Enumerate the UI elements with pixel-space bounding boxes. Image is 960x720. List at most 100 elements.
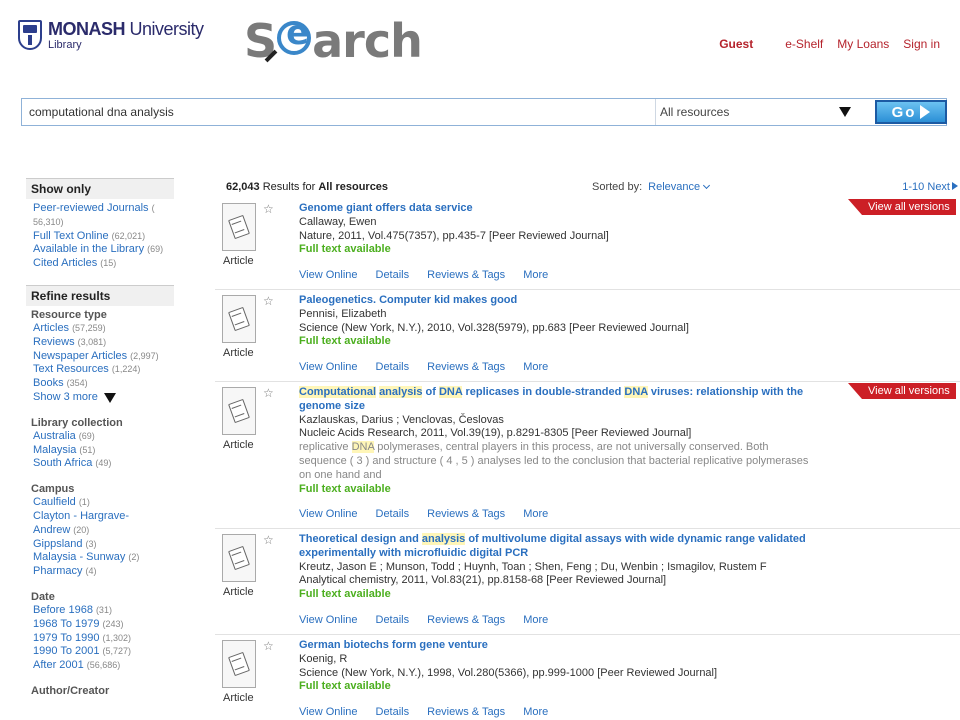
resource-type-link[interactable]: Text Resources xyxy=(33,363,109,375)
facet-count: (4) xyxy=(85,566,97,577)
sorted-by-label: Sorted by: xyxy=(592,181,643,193)
show-only-heading: Show only xyxy=(26,178,174,199)
campus-link[interactable]: Pharmacy xyxy=(33,565,83,577)
show-more-resource-types[interactable]: Show 3 more xyxy=(33,391,116,405)
star-icon[interactable]: ☆ xyxy=(263,202,274,216)
star-icon[interactable]: ☆ xyxy=(263,386,274,400)
resource-type-label: Article xyxy=(223,347,254,359)
more-tab[interactable]: More xyxy=(523,361,548,373)
campus-item: Clayton - Hargrave-Andrew (20) xyxy=(33,510,174,538)
details-tab[interactable]: Details xyxy=(376,508,410,520)
resource-type-link[interactable]: Books xyxy=(33,377,64,389)
result-authors: Kazlauskas, Darius ; Venclovas, Česlovas xyxy=(299,413,504,426)
results-list: Article ☆ Genome giant offers data service… xyxy=(215,198,960,720)
full-text-available-link[interactable]: Full text available xyxy=(299,335,811,349)
sort-dropdown[interactable]: Relevance xyxy=(648,181,711,193)
next-page-link[interactable]: Next xyxy=(927,181,958,193)
result-title-link[interactable]: Theoretical design and analysis of multi… xyxy=(299,533,811,561)
sign-in-link[interactable]: Sign in xyxy=(903,37,940,51)
more-tab[interactable]: More xyxy=(523,269,548,281)
show-more-label: Show 3 more xyxy=(33,390,98,403)
full-text-available-link[interactable]: Full text available xyxy=(299,588,811,602)
show-only-link[interactable]: Cited Articles xyxy=(33,257,97,269)
show-only-link[interactable]: Available in the Library xyxy=(33,243,144,255)
star-icon[interactable]: ☆ xyxy=(263,639,274,653)
details-tab[interactable]: Details xyxy=(376,614,410,626)
reviews-tags-tab[interactable]: Reviews & Tags xyxy=(427,269,505,281)
date-link[interactable]: 1968 To 1979 xyxy=(33,618,99,630)
campus-link[interactable]: Caulfield xyxy=(33,496,76,508)
view-all-versions-button[interactable]: View all versions xyxy=(848,383,956,399)
full-text-available-link[interactable]: Full text available xyxy=(299,680,811,694)
arrow-right-icon xyxy=(952,182,958,190)
date-link[interactable]: After 2001 xyxy=(33,659,84,671)
facet-count: (354) xyxy=(66,378,88,389)
result-title-link[interactable]: Genome giant offers data service xyxy=(299,202,811,216)
result-title-link[interactable]: German biotechs form gene venture xyxy=(299,639,811,653)
date-item: Before 1968 (31) xyxy=(33,604,174,618)
result-title-link[interactable]: Paleogenetics. Computer kid makes good xyxy=(299,294,811,308)
library-collection-link[interactable]: Malaysia xyxy=(33,444,76,456)
expand-arrow-icon[interactable] xyxy=(103,392,116,403)
article-thumbnail-icon[interactable] xyxy=(222,640,256,688)
date-link[interactable]: Before 1968 xyxy=(33,604,93,616)
show-only-link[interactable]: Full Text Online xyxy=(33,230,109,242)
date-link[interactable]: 1990 To 2001 xyxy=(33,645,99,657)
result-row: Article ☆ Genome giant offers data service… xyxy=(215,198,960,290)
go-button[interactable]: Go xyxy=(875,100,947,124)
result-content: Paleogenetics. Computer kid makes good Pe… xyxy=(299,294,811,349)
details-tab[interactable]: Details xyxy=(376,361,410,373)
article-thumbnail-icon[interactable] xyxy=(222,534,256,582)
resource-type-link[interactable]: Newspaper Articles xyxy=(33,350,127,362)
result-row: Article ☆ German biotechs form gene ventur… xyxy=(215,635,960,720)
scope-select[interactable]: All resources xyxy=(655,99,871,125)
scope-selected-value: All resources xyxy=(660,105,730,119)
reviews-tags-tab[interactable]: Reviews & Tags xyxy=(427,361,505,373)
resource-type-item: Reviews (3,081) xyxy=(33,336,174,350)
result-title-link[interactable]: Computational analysis of DNA replicases… xyxy=(299,386,811,414)
view-online-tab[interactable]: View Online xyxy=(299,706,358,718)
monash-library-logo[interactable]: MONASH University Library xyxy=(18,20,204,51)
full-text-available-link[interactable]: Full text available xyxy=(299,483,811,497)
reviews-tags-tab[interactable]: Reviews & Tags xyxy=(427,614,505,626)
logo-name-bold: MONASH xyxy=(48,19,126,39)
star-icon[interactable]: ☆ xyxy=(263,294,274,308)
full-text-available-link[interactable]: Full text available xyxy=(299,243,811,257)
show-only-link[interactable]: Peer-reviewed Journals xyxy=(33,202,149,214)
resource-type-link[interactable]: Articles xyxy=(33,322,69,334)
brand-letters-arch: arch xyxy=(312,14,423,68)
view-online-tab[interactable]: View Online xyxy=(299,508,358,520)
more-tab[interactable]: More xyxy=(523,614,548,626)
more-tab[interactable]: More xyxy=(523,508,548,520)
campus-link[interactable]: Malaysia - Sunway xyxy=(33,551,125,563)
library-collection-link[interactable]: South Africa xyxy=(33,457,92,469)
my-loans-link[interactable]: My Loans xyxy=(837,37,889,51)
view-online-tab[interactable]: View Online xyxy=(299,614,358,626)
details-tab[interactable]: Details xyxy=(376,269,410,281)
search-input[interactable] xyxy=(22,99,655,125)
facet-count: (3,081) xyxy=(77,336,107,347)
campus-heading: Campus xyxy=(31,483,75,496)
details-tab[interactable]: Details xyxy=(376,706,410,718)
result-content: German biotechs form gene venture Koenig,… xyxy=(299,639,811,694)
view-all-versions-button[interactable]: View all versions xyxy=(848,199,956,215)
result-content: Genome giant offers data service Callaway… xyxy=(299,202,811,257)
resource-type-link[interactable]: Reviews xyxy=(33,336,75,348)
result-source: Analytical chemistry, 2011, Vol.83(21), … xyxy=(299,574,667,587)
results-header: 62,043 Results for All resources Sorted … xyxy=(226,181,960,197)
reviews-tags-tab[interactable]: Reviews & Tags xyxy=(427,508,505,520)
article-thumbnail-icon[interactable] xyxy=(222,295,256,343)
library-collection-link[interactable]: Australia xyxy=(33,430,76,442)
article-thumbnail-icon[interactable] xyxy=(222,203,256,251)
view-online-tab[interactable]: View Online xyxy=(299,269,358,281)
more-tab[interactable]: More xyxy=(523,706,548,718)
eshelf-link[interactable]: e-Shelf xyxy=(785,37,823,51)
date-link[interactable]: 1979 To 1990 xyxy=(33,632,99,644)
reviews-tags-tab[interactable]: Reviews & Tags xyxy=(427,706,505,718)
dropdown-arrow-icon[interactable] xyxy=(839,107,851,117)
campus-link[interactable]: Gippsland xyxy=(33,538,83,550)
pagination: 1-10 Next xyxy=(902,181,958,193)
view-online-tab[interactable]: View Online xyxy=(299,361,358,373)
star-icon[interactable]: ☆ xyxy=(263,533,274,547)
article-thumbnail-icon[interactable] xyxy=(222,387,256,435)
